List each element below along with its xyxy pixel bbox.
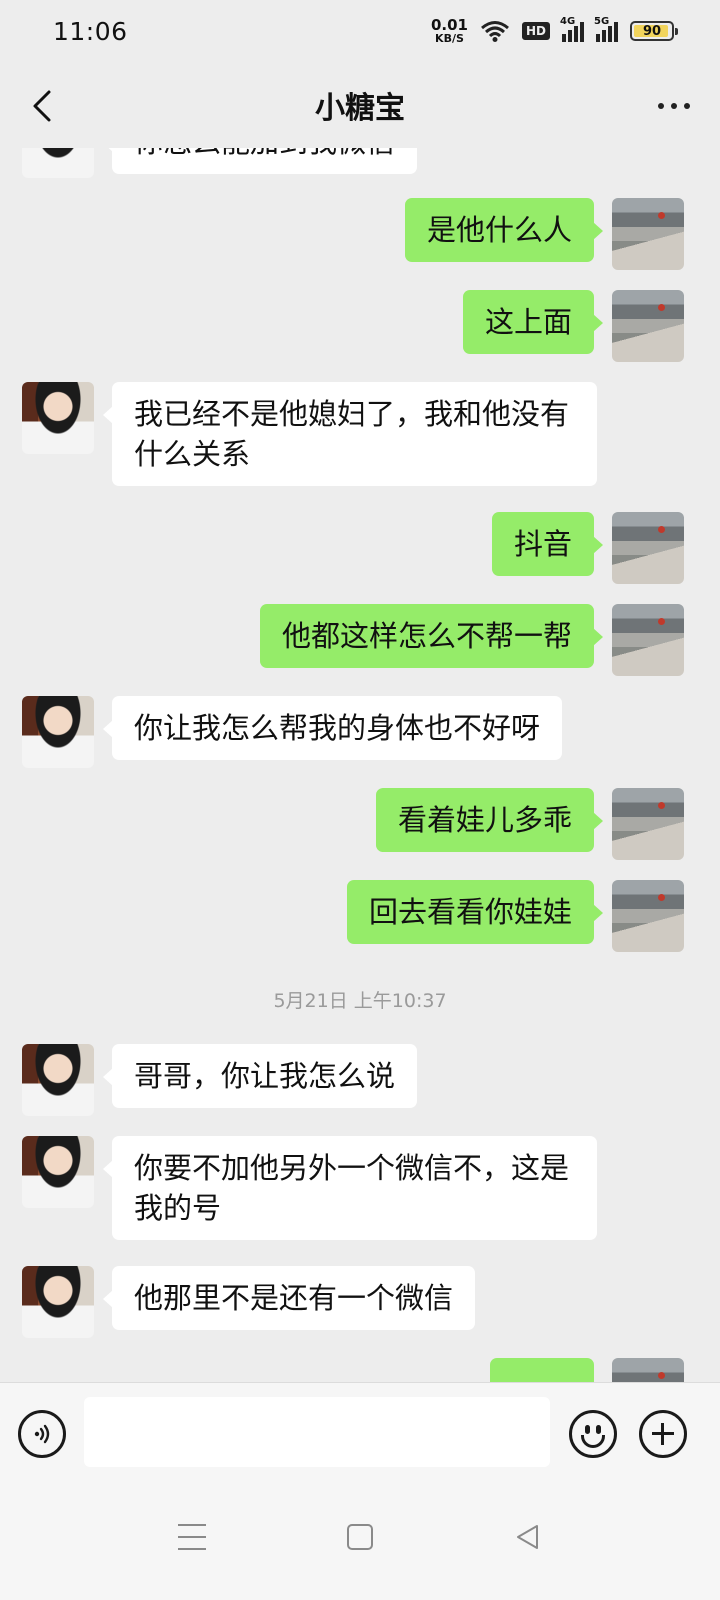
message-bubble-sent[interactable]: 他都这样怎么不帮一帮 (259, 604, 604, 668)
status-icons: 0.01 KB/S HD 4G 5G 90 (430, 16, 678, 45)
contact-avatar[interactable] (22, 382, 94, 454)
self-avatar[interactable] (612, 512, 684, 584)
self-avatar[interactable] (612, 290, 684, 362)
contact-avatar[interactable] (22, 1044, 94, 1116)
message-bubble-sent[interactable]: 回去看看你娃娃 (346, 880, 604, 944)
message-bubble-received[interactable]: 你让我怎么帮我的身体也不好呀 (102, 696, 563, 760)
battery-icon: 90 (630, 21, 678, 41)
network-speed-unit: KB/S (435, 32, 464, 45)
message-bubble-sent[interactable]: 抖音 (491, 512, 604, 576)
battery-level: 90 (642, 23, 662, 39)
self-avatar[interactable] (612, 198, 684, 270)
message-line: 我的号 (134, 1191, 222, 1225)
hd-badge: HD (521, 22, 550, 40)
network-speed: 0.01 KB/S (430, 16, 468, 45)
back-button[interactable] (20, 84, 64, 128)
message-input[interactable] (84, 1397, 550, 1467)
emoji-button[interactable] (569, 1410, 617, 1458)
message-bubble-received[interactable]: 哥哥，你让我怎么说 (102, 1044, 418, 1108)
contact-avatar[interactable] (22, 696, 94, 768)
self-avatar[interactable] (612, 788, 684, 860)
contact-avatar[interactable] (22, 1136, 94, 1208)
chat-header: 小糖宝 (0, 62, 720, 148)
chat-title: 小糖宝 (315, 91, 405, 126)
home-icon[interactable] (347, 1524, 373, 1550)
message-bubble-received[interactable]: 他那里不是还有一个微信 (102, 1266, 476, 1330)
message-bubble-sent[interactable]: 这上面 (462, 290, 604, 354)
message-bubble-sent[interactable]: 是他什么人 (404, 198, 604, 262)
message-line: 我已经不是他媳妇了，我和他没有 (134, 397, 570, 431)
status-bar: 11:06 0.01 KB/S HD 4G 5G 90 (0, 0, 720, 62)
more-button[interactable] (652, 88, 696, 124)
contact-avatar[interactable] (22, 148, 94, 178)
recent-apps-icon[interactable] (178, 1524, 206, 1550)
message-bubble-received[interactable]: 我已经不是他媳妇了，我和他没有 什么关系 (103, 382, 597, 486)
wifi-icon (481, 21, 509, 42)
chat-message-list[interactable]: 你怎么能加到我微信 是他什么人 这上面 我已经不是他媳妇了，我和他没有 什么关系… (0, 148, 720, 1410)
signal-5g-icon: 5G (594, 16, 618, 42)
chat-input-bar (0, 1382, 720, 1482)
status-time: 11:06 (53, 16, 128, 46)
chevron-left-icon (33, 90, 51, 122)
voice-icon (34, 1424, 50, 1444)
system-back-icon[interactable] (513, 1522, 543, 1552)
signal-4g-icon: 4G (560, 16, 584, 42)
message-line: 你要不加他另外一个微信不，这是 (134, 1151, 570, 1185)
network-speed-value: 0.01 (430, 16, 468, 34)
self-avatar[interactable] (612, 604, 684, 676)
contact-avatar[interactable] (22, 1266, 94, 1338)
message-bubble-sent[interactable]: 看着娃儿多乖 (375, 788, 604, 852)
more-actions-button[interactable] (639, 1410, 687, 1458)
message-bubble-received[interactable]: 你怎么能加到我微信 (102, 148, 418, 174)
message-line: 什么关系 (134, 437, 251, 471)
message-bubble-received[interactable]: 你要不加他另外一个微信不，这是 我的号 (103, 1136, 597, 1240)
system-navigation-bar (0, 1482, 720, 1600)
message-timestamp: 5月21日 上午10:37 (273, 990, 447, 1012)
more-dots-icon (658, 103, 664, 109)
voice-button[interactable] (18, 1410, 66, 1458)
self-avatar[interactable] (612, 880, 684, 952)
